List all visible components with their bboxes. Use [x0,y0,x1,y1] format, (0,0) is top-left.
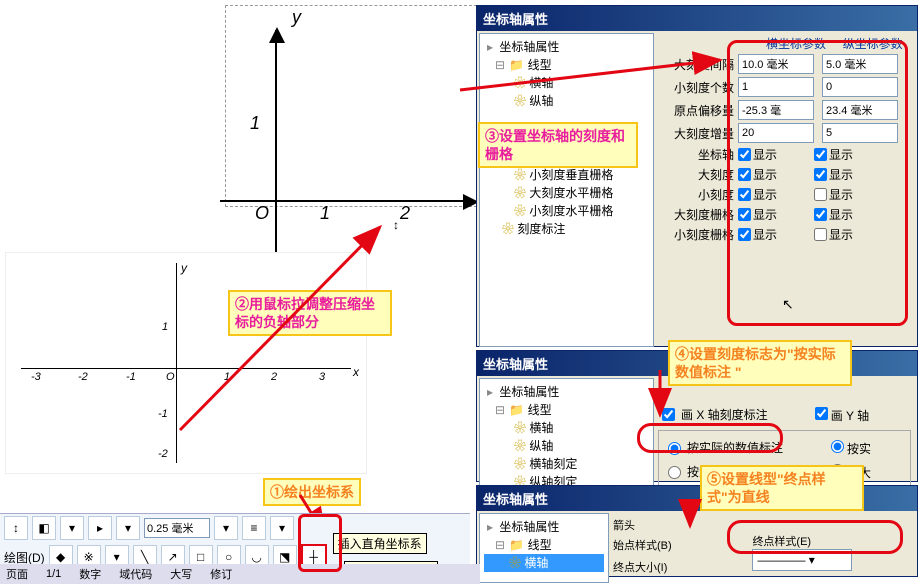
label-by-value-radio[interactable] [668,442,681,455]
property-tree-3[interactable]: ▸ 坐标轴属性 ⊟ 📁 线型 ❀ 横轴 [479,513,609,583]
y-axis-label: y [292,7,301,28]
hint-2: ②用鼠标拉调整压缩坐标的负轴部分 [228,290,392,336]
spin-value[interactable] [144,518,210,538]
axis-form: 横坐标参数纵坐标参数 大刻度间隔 小刻度个数 原点偏移量 大刻度增量 坐标轴显示… [654,33,915,347]
tb-btn-1[interactable]: ↕ [4,516,28,540]
label-by-value-radio-2[interactable] [831,440,844,453]
show-major-grid-x[interactable] [738,208,751,221]
tb-btn-6[interactable]: ▾ [214,516,238,540]
show-axis-x[interactable] [738,148,751,161]
show-minor-grid-y[interactable] [814,228,827,241]
cursor-icon: ↖ [782,296,794,313]
draw-menu[interactable]: 绘图(D) [4,549,45,566]
hint-1: ①绘出坐标系 [263,478,361,506]
hint-4: ④设置刻度标志为"按实际数值标注 " [668,340,852,386]
tb-btn-3[interactable]: ▾ [60,516,84,540]
panel-title-1: 坐标轴属性 [477,6,917,31]
origin-label: O [255,203,269,224]
major-increment-y[interactable] [822,123,898,143]
status-page: 页面 [6,566,28,582]
status-num: 数字 [79,566,101,582]
property-tree-2[interactable]: ▸ 坐标轴属性 ⊟ 📁 线型 ❀ 横轴 ❀ 纵轴 ❀ 横轴刻定 ❀ 纵轴刻定 [479,378,654,488]
tick-x1: 1 [320,203,330,224]
axis-properties-panel-1: 坐标轴属性 ▸ 坐标轴属性 ⊟ 📁 线型 ❀ 横轴 ❀ 纵轴 ❀ 小刻度垂直栅格… [476,5,918,347]
tb-btn-8[interactable]: ▾ [270,516,294,540]
tb-btn-5[interactable]: ▾ [116,516,140,540]
tick-y1: 1 [250,113,260,134]
tb-btn-2[interactable]: ◧ [32,516,56,540]
draw-y-labels-cb[interactable] [815,407,828,420]
tb-btn-7[interactable]: ≡ [242,516,266,540]
show-major-y[interactable] [814,168,827,181]
origin-offset-y[interactable] [822,100,898,120]
show-major-grid-y[interactable] [814,208,827,221]
header-x: 横坐标参数 [758,35,835,52]
status-pagenum: 1/1 [46,568,61,580]
header-y: 纵坐标参数 [834,35,911,52]
bottom-toolbar: ↕ ◧ ▾ ▸ ▾ ▾ ≡ ▾ 绘图(D) ◆ ※ ▾ ╲ ↗ □ ○ ◡ ⬔ … [0,513,470,584]
origin-offset-x[interactable] [738,100,814,120]
end-style-dropdown[interactable]: ———— ▾ [752,549,852,571]
major-increment-x[interactable] [738,123,814,143]
minor-count-x[interactable] [738,77,814,97]
show-major-x[interactable] [738,168,751,181]
show-minor-grid-x[interactable] [738,228,751,241]
tb-btn-4[interactable]: ▸ [88,516,112,540]
show-axis-y[interactable] [814,148,827,161]
hint-3: ③设置坐标轴的刻度和栅格 [478,122,638,168]
status-caps: 大写 [170,566,192,582]
minor-count-y[interactable] [822,77,898,97]
small-preview-graph: y x O -3 -2 -1 1 2 3 1 -1 -2 [5,252,367,474]
tooltip-1: 插入直角坐标系 [333,533,427,554]
major-interval-y[interactable] [822,54,898,74]
property-tree-1[interactable]: ▸ 坐标轴属性 ⊟ 📁 线型 ❀ 横轴 ❀ 纵轴 ❀ 小刻度垂直栅格 ❀ 大刻度… [479,33,654,347]
status-field: 域代码 [119,566,152,582]
draw-x-labels-cb[interactable] [662,408,675,421]
tick-x2: 2 [400,203,410,224]
show-minor-y[interactable] [814,188,827,201]
major-interval-x[interactable] [738,54,814,74]
label-by-count-radio[interactable] [668,466,681,479]
status-rev: 修订 [210,566,232,582]
show-minor-x[interactable] [738,188,751,201]
hint-5: ⑤设置线型"终点样式"为直线 [700,465,864,511]
